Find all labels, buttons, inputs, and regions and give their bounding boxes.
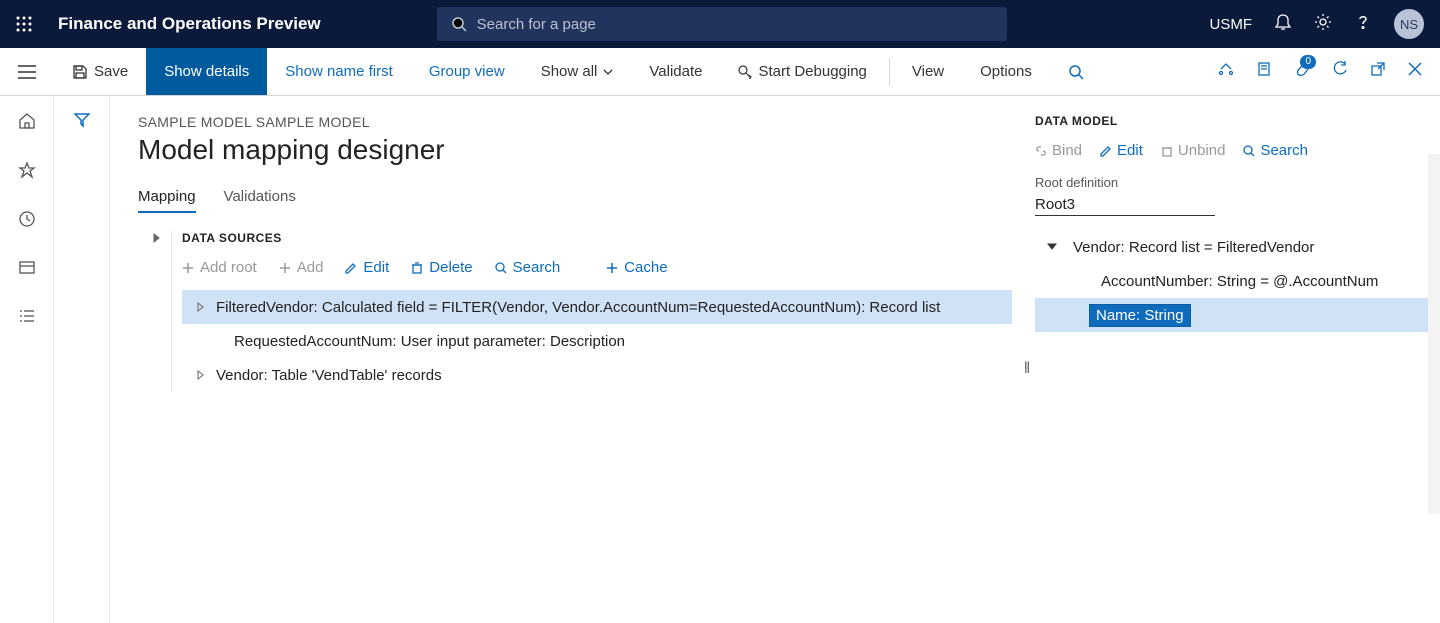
user-avatar[interactable]: NS	[1394, 9, 1424, 39]
breadcrumb: SAMPLE MODEL SAMPLE MODEL	[138, 114, 1020, 130]
bind-button[interactable]: Bind	[1035, 142, 1082, 159]
validate-button[interactable]: Validate	[631, 48, 720, 95]
doc-icon[interactable]	[1256, 61, 1272, 82]
tab-validations[interactable]: Validations	[224, 188, 296, 213]
workspace-icon[interactable]	[18, 259, 36, 282]
filter-icon[interactable]	[74, 112, 90, 623]
global-search[interactable]: Search for a page	[437, 7, 1007, 41]
tab-mapping[interactable]: Mapping	[138, 188, 196, 213]
search-button[interactable]: Search	[495, 259, 561, 276]
help-icon[interactable]	[1354, 13, 1372, 36]
nav-sidebar	[0, 96, 54, 623]
add-button[interactable]: Add	[279, 259, 324, 276]
unbind-button[interactable]: Unbind	[1161, 142, 1226, 159]
page-title: Model mapping designer	[138, 134, 1020, 166]
star-icon[interactable]	[18, 161, 36, 184]
office-icon[interactable]	[1218, 61, 1234, 82]
top-navbar: Finance and Operations Preview Search fo…	[0, 0, 1440, 48]
refresh-icon[interactable]	[1332, 61, 1348, 82]
group-view-button[interactable]: Group view	[411, 48, 523, 95]
dm-edit-button[interactable]: Edit	[1100, 142, 1143, 159]
root-definition-value[interactable]: Root3	[1035, 196, 1215, 216]
gear-icon[interactable]	[1314, 13, 1332, 36]
scrollbar[interactable]	[1428, 154, 1440, 514]
dm-row-name[interactable]: Name: String	[1035, 298, 1428, 332]
chevron-right-icon[interactable]	[192, 302, 210, 312]
root-definition-label: Root definition	[1035, 175, 1428, 190]
edit-button[interactable]: Edit	[345, 259, 389, 276]
dm-search-button[interactable]: Search	[1243, 142, 1308, 159]
expand-pane-icon[interactable]	[138, 231, 172, 392]
home-icon[interactable]	[18, 112, 36, 135]
save-button[interactable]: Save	[54, 48, 146, 95]
chevron-down-icon[interactable]	[1043, 243, 1061, 251]
show-details-button[interactable]: Show details	[146, 48, 267, 95]
ds-row-vendor[interactable]: Vendor: Table 'VendTable' records	[182, 358, 1012, 392]
bell-icon[interactable]	[1274, 13, 1292, 36]
search-icon[interactable]	[1050, 48, 1102, 95]
close-icon[interactable]	[1408, 62, 1422, 81]
app-title: Finance and Operations Preview	[48, 14, 337, 34]
nav-toggle-icon[interactable]	[0, 65, 54, 79]
view-menu[interactable]: View	[894, 48, 962, 95]
chevron-right-icon[interactable]	[192, 370, 210, 380]
ds-row-requested-account-num[interactable]: RequestedAccountNum: User input paramete…	[182, 324, 1012, 358]
data-model-heading: DATA MODEL	[1035, 114, 1428, 128]
delete-button[interactable]: Delete	[411, 259, 472, 276]
search-placeholder: Search for a page	[477, 16, 596, 33]
splitter-handle[interactable]: ‖	[1020, 114, 1034, 623]
ds-row-filtered-vendor[interactable]: FilteredVendor: Calculated field = FILTE…	[182, 290, 1012, 324]
command-bar: Save Show details Show name first Group …	[0, 48, 1440, 96]
popout-icon[interactable]	[1370, 61, 1386, 82]
show-name-first-button[interactable]: Show name first	[267, 48, 411, 95]
data-sources-heading: DATA SOURCES	[182, 231, 1020, 245]
modules-icon[interactable]	[18, 308, 36, 331]
dm-row-account-number[interactable]: AccountNumber: String = @.AccountNum	[1035, 264, 1428, 298]
separator	[889, 58, 890, 86]
cache-button[interactable]: Cache	[606, 259, 667, 276]
start-debugging-button[interactable]: Start Debugging	[720, 48, 884, 95]
legal-entity[interactable]: USMF	[1210, 16, 1253, 33]
filter-pane	[54, 96, 110, 623]
show-all-dropdown[interactable]: Show all	[523, 48, 632, 95]
clock-icon[interactable]	[18, 210, 36, 233]
attachments-icon[interactable]: 0	[1294, 61, 1310, 82]
app-launcher-icon[interactable]	[0, 16, 48, 32]
dm-row-vendor[interactable]: Vendor: Record list = FilteredVendor	[1035, 230, 1428, 264]
add-root-button[interactable]: Add root	[182, 259, 257, 276]
options-menu[interactable]: Options	[962, 48, 1050, 95]
